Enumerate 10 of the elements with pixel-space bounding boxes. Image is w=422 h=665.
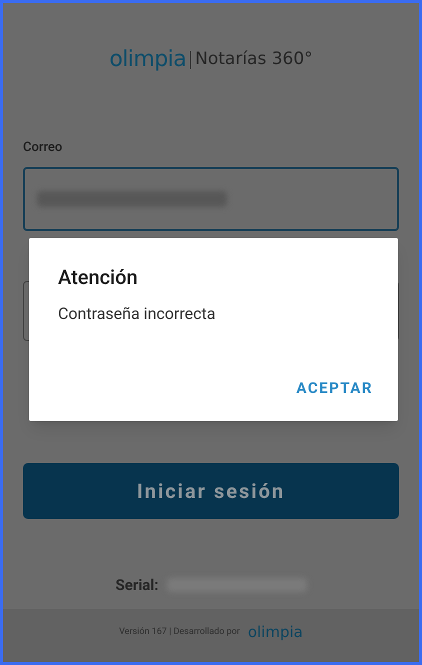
serial-label: Serial:: [115, 574, 159, 596]
logo: olimpia: [109, 49, 186, 71]
accept-button[interactable]: ACEPTAR: [288, 372, 381, 403]
email-field[interactable]: [23, 167, 399, 231]
dialog-message: Contraseña incorrecta: [58, 303, 216, 325]
logo: olimpia: [248, 625, 303, 640]
dialog-title: Atención: [58, 264, 139, 291]
field-label: Correo: [23, 139, 64, 156]
product-name: Notarías 360°: [195, 48, 313, 72]
login-button[interactable]: Iniciar sesión: [23, 463, 399, 519]
